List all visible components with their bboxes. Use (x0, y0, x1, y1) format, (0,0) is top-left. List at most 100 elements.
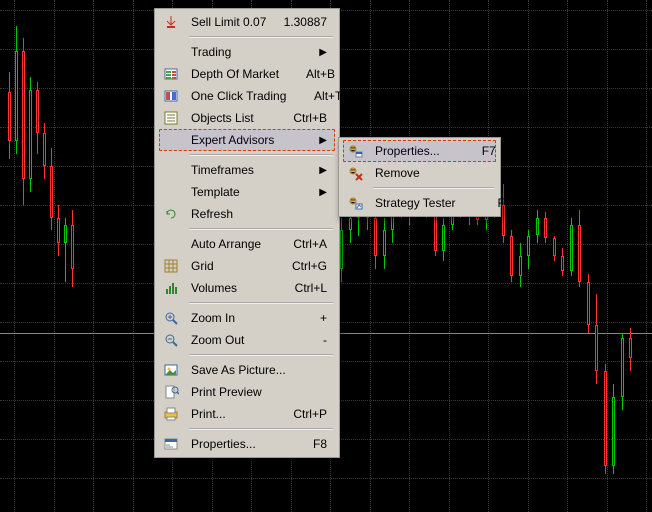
menu-item-print[interactable]: Print...Ctrl+P (157, 403, 337, 425)
candle (442, 218, 445, 262)
submenu-trading[interactable]: Trading▶ (157, 41, 337, 63)
menu-item-depth-of-market[interactable]: Depth Of MarketAlt+B (157, 63, 337, 85)
menu-item-label: Strategy Tester (369, 196, 455, 210)
menu-item-objects-list[interactable]: Objects ListCtrl+B (157, 107, 337, 129)
candle (57, 205, 60, 256)
zoomin-icon (157, 310, 185, 326)
print-icon (157, 406, 185, 422)
menu-item-grid[interactable]: GridCtrl+G (157, 255, 337, 277)
candle (604, 364, 607, 474)
oneclick-icon (163, 88, 179, 104)
menu-item-save-as-picture[interactable]: Save As Picture... (157, 359, 337, 381)
menu-item-label: Zoom Out (185, 333, 271, 347)
menu-separator (189, 228, 333, 230)
candle (15, 26, 18, 154)
submenu-arrow-icon: ▶ (309, 187, 327, 198)
menu-item-shortcut: - (271, 333, 327, 347)
menu-item-label: Template (185, 185, 309, 199)
menu-item-shortcut: Ctrl+B (271, 111, 327, 125)
menu-item-label: Save As Picture... (185, 363, 286, 377)
menu-item-auto-arrange[interactable]: Auto ArrangeCtrl+A (157, 233, 337, 255)
menu-item-volumes[interactable]: VolumesCtrl+L (157, 277, 337, 299)
candle (510, 230, 513, 281)
submenu-expert-advisors[interactable]: Expert Advisors▶ (157, 129, 337, 151)
menu-item-shortcut: Alt+T (286, 89, 342, 103)
menu-item-label: Sell Limit 0.07 (185, 15, 268, 29)
volumes-icon (157, 280, 185, 296)
menu-item-properties[interactable]: Properties...F7 (341, 140, 498, 162)
menu-item-shortcut: 1.30887 (268, 15, 327, 29)
candle (553, 236, 556, 262)
grid-icon (157, 258, 185, 274)
candle (595, 294, 598, 384)
menu-item-zoom-in[interactable]: Zoom In+ (157, 307, 337, 329)
candle (536, 210, 539, 243)
candle (71, 210, 74, 287)
menu-separator (189, 154, 333, 156)
menu-separator (189, 36, 333, 38)
remove-icon (341, 165, 369, 181)
objects-icon (157, 110, 185, 126)
menu-item-shortcut: F8 (271, 437, 327, 451)
menu-item-refresh[interactable]: Refresh (157, 203, 337, 225)
picture-icon (157, 362, 185, 378)
context-menu: Sell Limit 0.071.30887Trading▶Depth Of M… (154, 8, 340, 458)
menu-item-one-click-trading[interactable]: One Click TradingAlt+T (157, 85, 337, 107)
remove-icon (347, 165, 363, 181)
menu-separator (189, 354, 333, 356)
menu-item-label: Expert Advisors (185, 133, 309, 147)
strategytester-icon (347, 195, 363, 211)
candle (50, 148, 53, 230)
submenu-arrow-icon: ▶ (309, 135, 327, 146)
menu-item-label: Objects List (185, 111, 271, 125)
menu-item-label: Remove (369, 166, 432, 180)
candle (8, 72, 11, 159)
properties-icon (163, 436, 179, 452)
menu-item-label: Trading (185, 45, 309, 59)
menu-item-shortcut: + (271, 311, 327, 325)
oneclick-icon (157, 88, 185, 104)
candle (629, 328, 632, 372)
printpreview-icon (157, 384, 185, 400)
candle (561, 248, 564, 276)
menu-item-shortcut: F6 (455, 196, 511, 210)
menu-item-label: Auto Arrange (185, 237, 271, 251)
candle (612, 384, 615, 474)
menu-item-zoom-out[interactable]: Zoom Out- (157, 329, 337, 351)
menu-item-sell-limit-0-07[interactable]: Sell Limit 0.071.30887 (157, 11, 337, 33)
menu-item-label: Properties... (369, 144, 440, 158)
menu-item-label: Print... (185, 407, 271, 421)
menu-item-shortcut: Ctrl+G (271, 259, 327, 273)
candle (383, 218, 386, 269)
zoomout-icon (157, 332, 185, 348)
menu-item-label: Print Preview (185, 385, 271, 399)
sell-limit-icon (163, 14, 179, 30)
refresh-icon (163, 206, 179, 222)
menu-item-shortcut: Ctrl+L (271, 281, 327, 295)
zoomin-icon (163, 310, 179, 326)
submenu-arrow-icon: ▶ (309, 165, 327, 176)
submenu-arrow-icon: ▶ (309, 47, 327, 58)
submenu-template[interactable]: Template▶ (157, 181, 337, 203)
menu-item-label: Properties... (185, 437, 271, 451)
menu-item-label: Refresh (185, 207, 271, 221)
sell-limit-icon (157, 14, 185, 30)
candle (502, 184, 505, 243)
menu-item-strategy-tester[interactable]: Strategy TesterF6 (341, 192, 498, 214)
menu-item-remove[interactable]: Remove (341, 162, 498, 184)
menu-item-shortcut: Ctrl+P (271, 407, 327, 421)
strategytester-icon (341, 195, 369, 211)
candle (544, 212, 547, 243)
menu-item-properties[interactable]: Properties...F8 (157, 433, 337, 455)
grid-icon (163, 258, 179, 274)
candle (374, 210, 377, 269)
candle (570, 218, 573, 277)
menu-item-print-preview[interactable]: Print Preview (157, 381, 337, 403)
depth-icon (163, 66, 179, 82)
menu-item-label: One Click Trading (185, 89, 286, 103)
menu-item-label: Depth Of Market (185, 67, 279, 81)
objects-icon (163, 110, 179, 126)
expert-advisors-submenu: Properties...F7 Remove Strategy TesterF6 (338, 137, 501, 217)
candle (527, 230, 530, 268)
submenu-timeframes[interactable]: Timeframes▶ (157, 159, 337, 181)
